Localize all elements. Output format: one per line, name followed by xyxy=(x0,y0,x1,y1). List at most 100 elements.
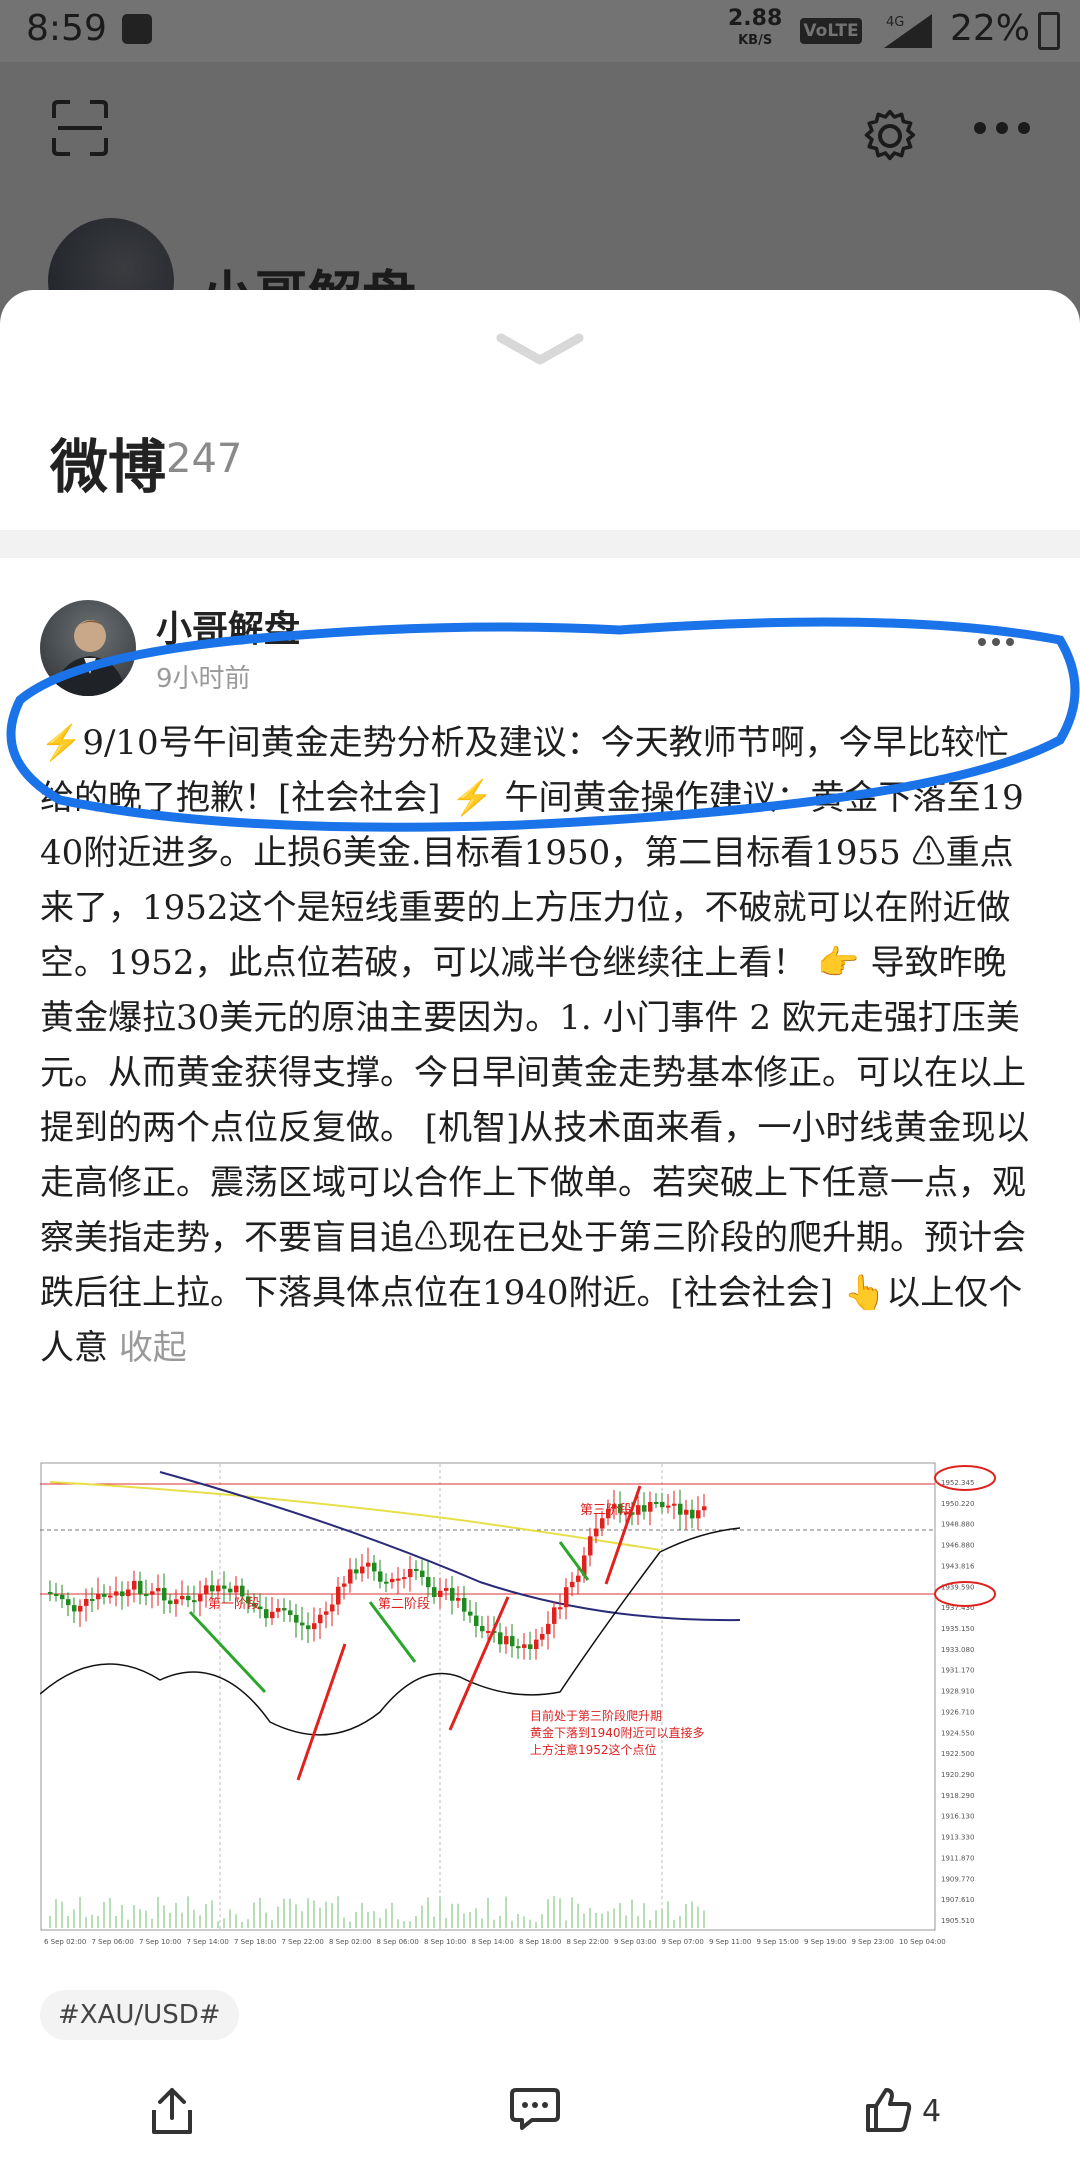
gold-chart-image[interactable]: 1952.345 1950.220 1948.880 1946.880 1943.816… xyxy=(39,1462,1000,1954)
net-speed-value: 2.88 xyxy=(728,6,783,31)
candle-body xyxy=(678,1503,683,1515)
candle-body xyxy=(156,1587,161,1592)
price-tick-label: 1907.610 xyxy=(941,1896,974,1904)
signal-icon: 4G xyxy=(884,14,932,48)
candle-body xyxy=(264,1609,269,1619)
candle-body xyxy=(426,1577,431,1588)
price-tick-label: 1928.910 xyxy=(941,1688,974,1696)
candle-body xyxy=(558,1607,563,1610)
candle-body xyxy=(78,1605,83,1612)
gear-icon[interactable] xyxy=(862,108,918,164)
candle-body xyxy=(600,1518,605,1529)
more-icon[interactable] xyxy=(972,120,1032,136)
scan-icon[interactable] xyxy=(52,100,108,156)
time-tick-label: 9 Sep 11:00 xyxy=(709,1938,751,1946)
candle-body xyxy=(528,1644,533,1650)
candle-body xyxy=(186,1595,191,1601)
candle-body xyxy=(396,1578,401,1581)
notification-icon xyxy=(122,14,152,44)
candle-body xyxy=(300,1622,305,1626)
candle-body xyxy=(552,1607,557,1624)
candle-body xyxy=(438,1590,443,1598)
like-icon[interactable] xyxy=(864,2086,912,2132)
candle-body xyxy=(120,1591,125,1597)
candle-body xyxy=(384,1581,389,1584)
candle-body xyxy=(474,1615,479,1627)
candle-body xyxy=(588,1536,593,1556)
post-action-bar: 4 xyxy=(0,2060,1080,2160)
chart-background xyxy=(40,1462,1000,1954)
stage-label: 第三阶段 xyxy=(580,1503,632,1518)
candle-body xyxy=(696,1510,701,1519)
candle-body xyxy=(150,1591,155,1595)
time-tick-label: 7 Sep 10:00 xyxy=(139,1938,181,1946)
candle-body xyxy=(462,1597,467,1612)
price-tick-label: 1946.880 xyxy=(941,1542,974,1550)
candle-body xyxy=(270,1611,275,1619)
candle-body xyxy=(114,1591,119,1596)
weibo-sheet: 微博 247 小哥解盘 9小时前 ⚡9/10号午间黄金走势分析及建议：今天教师节… xyxy=(0,290,1080,2160)
candle-body xyxy=(318,1614,323,1624)
time-tick-label: 9 Sep 19:00 xyxy=(804,1938,846,1946)
comment-icon[interactable] xyxy=(510,2086,560,2132)
candle-body xyxy=(468,1611,473,1616)
time-tick-label: 7 Sep 06:00 xyxy=(92,1938,134,1946)
candle-body xyxy=(126,1589,131,1597)
candle-body xyxy=(282,1608,287,1611)
candle-body xyxy=(372,1562,377,1572)
candle-body xyxy=(408,1568,413,1578)
candle-body xyxy=(348,1569,353,1584)
gold-chart: 1952.345 1950.220 1948.880 1946.880 1943.816… xyxy=(39,1462,1000,1954)
candle-body xyxy=(240,1585,245,1597)
chevron-down-icon[interactable] xyxy=(495,330,585,370)
candle-body xyxy=(228,1588,233,1593)
candle-body xyxy=(456,1597,461,1601)
candle-body xyxy=(216,1585,221,1592)
candle-body xyxy=(648,1502,653,1512)
candle-body xyxy=(312,1623,317,1630)
price-tick-label: 1916.130 xyxy=(941,1813,974,1821)
time-tick-label: 8 Sep 18:00 xyxy=(519,1938,561,1946)
share-icon[interactable] xyxy=(150,2086,194,2136)
time-tick-label: 7 Sep 22:00 xyxy=(282,1938,324,1946)
sheet-title: 微博 xyxy=(50,433,167,501)
candle-body xyxy=(162,1587,167,1601)
price-tick-label: 1935.150 xyxy=(941,1625,974,1633)
candle-body xyxy=(510,1636,515,1647)
volte-badge: VoLTE xyxy=(800,18,862,44)
battery-icon xyxy=(1038,12,1060,50)
time-tick-label: 8 Sep 22:00 xyxy=(567,1938,609,1946)
time-tick-label: 6 Sep 02:00 xyxy=(44,1938,86,1946)
candle-body xyxy=(132,1580,137,1590)
candle-body xyxy=(444,1588,449,1591)
candle-body xyxy=(540,1634,545,1640)
candle-body xyxy=(654,1502,659,1504)
price-tick-label: 1948.880 xyxy=(941,1521,974,1529)
candle-body xyxy=(402,1577,407,1580)
price-tick-label: 1913.330 xyxy=(941,1834,974,1842)
candle-body xyxy=(180,1595,185,1600)
sheet-count: 247 xyxy=(166,436,243,482)
candle-body xyxy=(96,1593,101,1600)
price-tick-label: 1924.550 xyxy=(941,1729,974,1737)
candle-body xyxy=(90,1598,95,1601)
time-tick-label: 9 Sep 15:00 xyxy=(757,1938,799,1946)
candle-body xyxy=(450,1588,455,1601)
battery-percent: 22% xyxy=(950,8,1031,49)
candle-body xyxy=(48,1592,53,1594)
price-tick-label: 1952.345 xyxy=(941,1479,974,1487)
candle-body xyxy=(174,1599,179,1604)
hashtag-chip[interactable]: #XAU/USD# xyxy=(40,1990,239,2040)
candle-body xyxy=(570,1581,575,1588)
candle-body xyxy=(480,1626,485,1632)
time-tick-label: 7 Sep 14:00 xyxy=(187,1938,229,1946)
candle-body xyxy=(660,1502,665,1508)
collapse-link[interactable]: 收起 xyxy=(119,1328,187,1368)
candle-body xyxy=(288,1610,293,1615)
candle-body xyxy=(420,1570,425,1578)
candle-body xyxy=(642,1505,647,1512)
price-tick-label: 1911.870 xyxy=(941,1854,974,1862)
candle-body xyxy=(702,1506,707,1511)
candle-body xyxy=(690,1509,695,1519)
candle-body xyxy=(102,1593,107,1597)
